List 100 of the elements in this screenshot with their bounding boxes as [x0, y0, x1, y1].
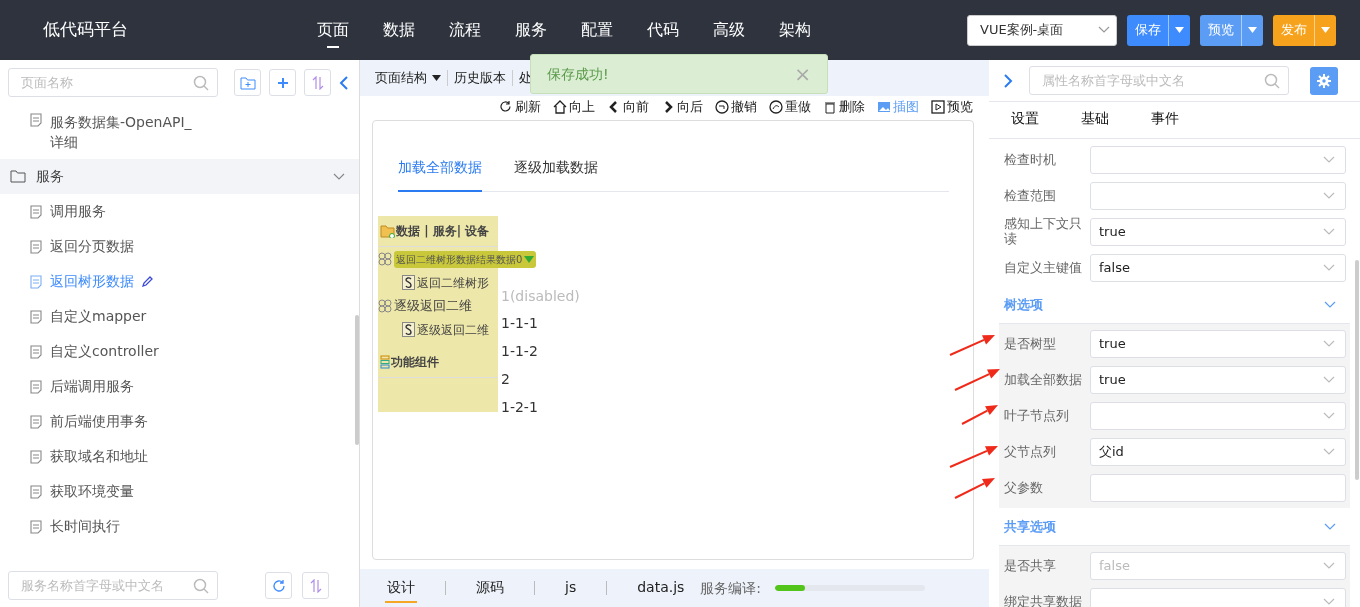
project-select[interactable]: VUE案例-桌面	[967, 14, 1117, 46]
tree-folder[interactable]: 服务	[0, 159, 359, 194]
tree-node[interactable]: 1-2-1	[501, 397, 538, 418]
tab[interactable]: 加载全部数据	[398, 151, 482, 192]
field-label: 绑定共享数据	[1004, 594, 1083, 607]
select-field[interactable]: true	[1090, 366, 1346, 394]
tree-node[interactable]: 2	[501, 369, 510, 390]
caret-down-icon	[1321, 27, 1330, 33]
toolbar-action[interactable]: 刷新	[499, 96, 541, 118]
service-item[interactable]: 逐级返回二维	[400, 318, 491, 341]
clover-icon	[378, 299, 392, 313]
tree-item[interactable]: 服务数据集-OpenAPI_详细	[0, 113, 359, 159]
chevron-down-icon	[333, 172, 345, 181]
search-icon	[193, 577, 209, 594]
menu-item[interactable]: 处	[519, 68, 532, 88]
new-folder-button[interactable]	[234, 69, 261, 96]
chevron-down-icon	[1324, 300, 1336, 309]
nav-tab[interactable]: 数据	[366, 0, 432, 60]
select-field[interactable]: true	[1090, 218, 1346, 246]
folder-icon	[10, 170, 26, 183]
toolbar-action[interactable]: 向上	[553, 96, 595, 118]
tree-item[interactable]: 返回分页数据	[0, 229, 359, 264]
field-label: 是否共享	[1004, 558, 1057, 574]
document-icon	[30, 344, 42, 359]
menu-item[interactable]: 页面结构	[375, 68, 441, 88]
tree-node[interactable]: 1-1-1	[501, 313, 538, 334]
clover-icon	[378, 252, 392, 266]
panel-title: 数据 | 服务| 设备	[396, 223, 490, 240]
tree-item[interactable]: 前后端使用事务	[0, 404, 359, 439]
undo-icon	[715, 100, 729, 114]
toolbar-action[interactable]: 向后	[661, 96, 703, 118]
service-item[interactable]: 返回二维树形	[400, 271, 491, 294]
caret-down-icon	[1175, 27, 1184, 33]
select-field[interactable]	[1090, 146, 1346, 174]
menu-item[interactable]: 历史版本	[454, 68, 506, 88]
tab[interactable]: 事件	[1151, 108, 1179, 131]
select-field[interactable]: 父id	[1090, 438, 1346, 466]
tree-item[interactable]: 返回树形数据	[0, 264, 359, 299]
chevron-down-icon	[1323, 228, 1335, 236]
chevron-down-icon	[1323, 598, 1335, 606]
tab[interactable]: data.js	[635, 573, 687, 603]
toolbar-action[interactable]: 撤销	[715, 96, 757, 118]
dataset-item[interactable]: 返回二维树形数据结果数据0	[394, 250, 537, 268]
input-field[interactable]	[1090, 474, 1346, 502]
toolbar-action[interactable]: 重做	[769, 96, 811, 118]
chevron-down-icon	[1098, 26, 1110, 34]
caret-down-icon	[1248, 27, 1257, 33]
service-icon	[402, 322, 415, 337]
tab[interactable]: js	[563, 573, 579, 603]
toolbar-action[interactable]: 预览	[931, 96, 973, 118]
tree-item[interactable]: 获取域名和地址	[0, 439, 359, 474]
tab[interactable]: 设计	[385, 573, 417, 603]
play-icon	[931, 100, 945, 114]
add-button[interactable]	[269, 69, 296, 96]
sort-button[interactable]	[302, 572, 329, 599]
home-icon	[553, 100, 567, 114]
select-field[interactable]: false	[1090, 254, 1346, 282]
tab[interactable]: 源码	[474, 573, 506, 603]
tree-item[interactable]: 获取环境变量	[0, 474, 359, 509]
annotation-arrow	[961, 405, 998, 425]
tree-item[interactable]: 调用服务	[0, 194, 359, 229]
chevron-down-icon	[1323, 264, 1335, 272]
dataset-item[interactable]: 逐级返回二维	[394, 296, 472, 316]
select-field[interactable]: true	[1090, 330, 1346, 358]
field-label: 检查范围	[1004, 188, 1057, 204]
chevron-down-icon	[1323, 412, 1335, 420]
nav-tab[interactable]: 页面	[300, 0, 366, 60]
document-icon	[30, 414, 42, 429]
toolbar-action[interactable]: 删除	[823, 96, 865, 118]
tab[interactable]: 逐级加载数据	[514, 151, 598, 192]
sort-button[interactable]	[304, 69, 331, 96]
chevron-down-icon	[1323, 156, 1335, 164]
field-label: 父参数	[1004, 480, 1044, 496]
field-label: 感知上下文只读	[1004, 217, 1083, 247]
folder-plus-icon	[239, 75, 256, 90]
document-icon	[30, 113, 42, 127]
tree-item[interactable]: 自定义controller	[0, 334, 359, 369]
field-label: 加载全部数据	[1004, 372, 1083, 388]
field-label: 父节点列	[1004, 444, 1057, 460]
tab[interactable]: 基础	[1081, 108, 1109, 131]
select-field[interactable]	[1090, 182, 1346, 210]
settings-button[interactable]	[1310, 66, 1338, 95]
chevron-down-icon	[1323, 192, 1335, 200]
tree-item[interactable]: 长时间执行	[0, 509, 359, 544]
tab[interactable]: 设置	[1011, 108, 1039, 131]
tree-node[interactable]: 1-1-2	[501, 341, 538, 362]
settings-icon	[1317, 73, 1331, 88]
folder-icon	[380, 224, 395, 238]
chevron-down-icon	[1323, 562, 1335, 570]
nav-tab[interactable]: 流程	[432, 0, 498, 60]
scrollbar-thumb[interactable]	[355, 315, 359, 445]
refresh-icon	[499, 100, 513, 114]
tree-item[interactable]: 自定义mapper	[0, 299, 359, 334]
toolbar-action[interactable]: 向前	[607, 96, 649, 118]
expand-right-icon	[1004, 73, 1013, 88]
refresh-button[interactable]	[265, 572, 292, 599]
tree-item[interactable]: 后端调用服务	[0, 369, 359, 404]
select-field[interactable]	[1090, 402, 1346, 430]
scrollbar-thumb[interactable]	[1355, 260, 1359, 480]
sort-icon	[311, 75, 324, 90]
